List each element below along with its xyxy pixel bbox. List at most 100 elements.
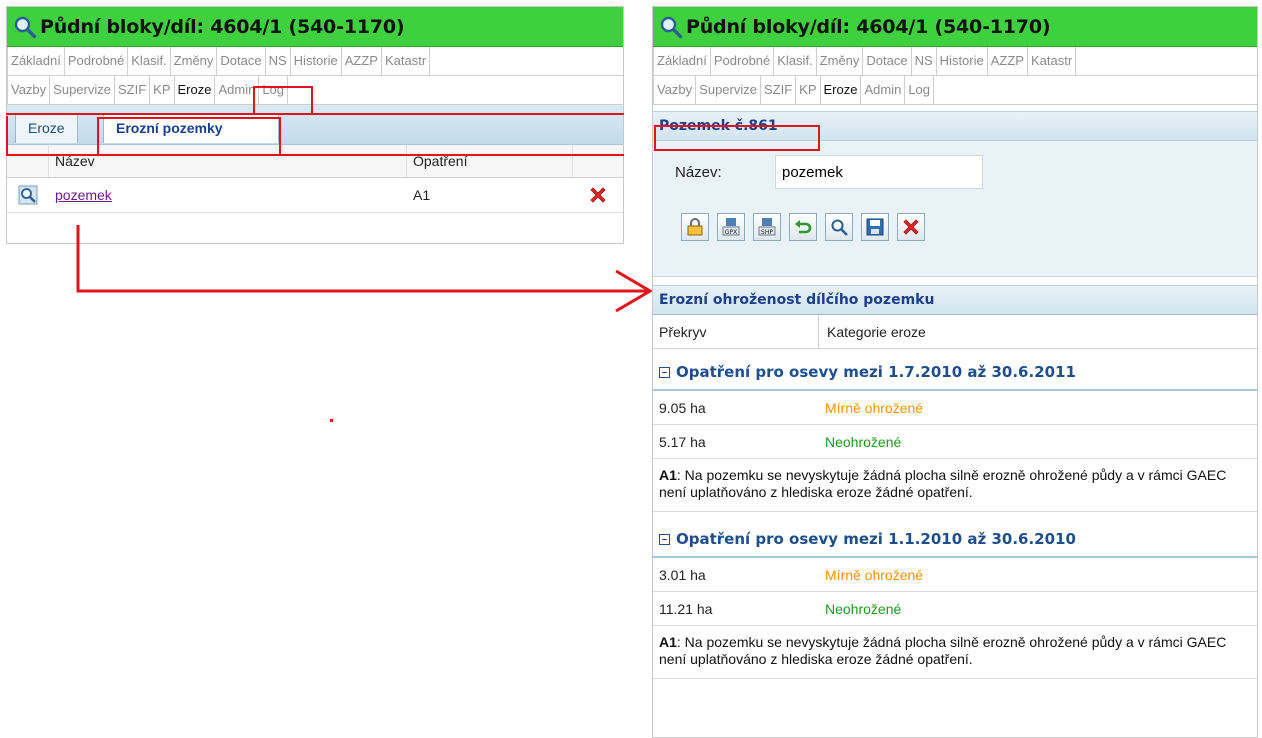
subtab-erozni-pozemky[interactable]: Erozní pozemky [103,113,279,143]
left-grid-header: Název Opatření [7,145,623,178]
category-value: Neohrožené [825,433,902,450]
left-subtab-bar: Eroze Erozní pozemky [7,105,623,145]
right-panel: Půdní bloky/díl: 4604/1 (540-1170) Zákla… [652,6,1258,738]
measure-code: A1 [659,634,677,650]
category-value: Mírně ohrožené [825,399,924,416]
tab-ns[interactable]: NS [265,47,291,75]
tab-supervize[interactable]: Supervize [696,76,761,104]
svg-text:SHP: SHP [761,229,773,236]
tab-vazby[interactable]: Vazby [8,76,51,104]
tab-ns[interactable]: NS [911,47,937,75]
tab-dotace[interactable]: Dotace [217,47,266,75]
save-icon [866,218,884,236]
group-header[interactable]: Opatření pro osevy mezi 1.1.2010 až 30.6… [653,522,1257,558]
grid-header-action-col [573,145,623,177]
measure-text: : Na pozemku se nevyskytuje žádná plocha… [659,467,1227,500]
undo-button[interactable] [789,213,817,241]
row-name-link[interactable]: pozemek [55,187,112,203]
tab-log[interactable]: Log [905,76,935,104]
list-item: 3.01 ha Mírně ohrožené [653,558,1257,592]
right-tabrow-1: Základní Podrobné Klasif. Změny Dotace NS Hist… [654,47,1257,76]
tab-szif[interactable]: SZIF [760,76,797,104]
table-row: pozemek A1 [7,178,623,213]
tab-z-kladn-[interactable]: Základní [654,47,711,75]
svg-text:GPX: GPX [725,229,737,236]
tab-eroze[interactable]: Eroze [820,76,862,104]
tab-dotace[interactable]: Dotace [863,47,912,75]
right-tabs: Základní Podrobné Klasif. Změny Dotace NS Hist… [653,47,1257,105]
measure-note: A1: Na pozemku se nevyskytuje žádná ploc… [653,626,1257,679]
tab-admin[interactable]: Admin [861,76,906,104]
row-name-cell[interactable]: pozemek [49,178,407,212]
erosion-groups: Opatření pro osevy mezi 1.7.2010 až 30.6… [653,355,1257,679]
tab-klasif-[interactable]: Klasif. [774,47,817,75]
list-item: 5.17 ha Neohrožené [653,425,1257,459]
zoom-icon [831,219,848,236]
zoom-icon[interactable] [18,185,38,205]
tab-podrobn-[interactable]: Podrobné [710,47,775,75]
stray-dot [330,419,333,422]
tab-log[interactable]: Log [259,76,289,104]
save-button[interactable] [861,213,889,241]
grid-header-name[interactable]: Název [49,145,407,177]
lock-icon [687,218,703,236]
gpx-export-button[interactable]: GPX [717,213,745,241]
tab-kp[interactable]: KP [796,76,821,104]
list-item: 11.21 ha Neohrožené [653,592,1257,626]
tab-admin[interactable]: Admin [215,76,260,104]
tab-szif[interactable]: SZIF [114,76,151,104]
row-delete-button[interactable] [573,178,623,212]
tab-kp[interactable]: KP [150,76,175,104]
tab-eroze[interactable]: Eroze [174,76,216,104]
tab-podrobn-[interactable]: Podrobné [64,47,129,75]
tab-azzp[interactable]: AZZP [987,47,1028,75]
tab-klasif-[interactable]: Klasif. [128,47,171,75]
group-header[interactable]: Opatření pro osevy mezi 1.7.2010 až 30.6… [653,355,1257,391]
delete-button[interactable] [897,213,925,241]
tab-supervize[interactable]: Supervize [50,76,115,104]
toolbar: GPX SHP [681,213,933,241]
category-value: Neohrožené [825,600,902,617]
left-titlebar: Půdní bloky/díl: 4604/1 (540-1170) [7,7,623,47]
tab-zm-ny[interactable]: Změny [816,47,864,75]
left-tabrow-1: Základní Podrobné Klasif. Změny Dotace NS Hist… [8,47,623,76]
group-title: Opatření pro osevy mezi 1.1.2010 až 30.6… [676,530,1076,548]
plot-header-text: Pozemek č.861 [659,118,778,134]
delete-icon [903,219,919,235]
overlap-value: 9.05 ha [659,399,706,416]
collapse-icon[interactable] [659,366,670,378]
left-panel: Půdní bloky/díl: 4604/1 (540-1170) Zákla… [6,6,624,244]
collapse-icon[interactable] [659,533,670,545]
list-item: 9.05 ha Mírně ohrožené [653,391,1257,425]
category-value: Mírně ohrožené [825,566,924,583]
column-overlap[interactable]: Překryv [653,315,819,348]
measure-text: : Na pozemku se nevyskytuje žádná plocha… [659,634,1227,667]
name-field-row: Název: [675,155,983,189]
row-detail-icon[interactable] [7,178,49,212]
tab-historie[interactable]: Historie [936,47,988,75]
grid-header-icon-col [7,145,49,177]
lock-button[interactable] [681,213,709,241]
tab-z-kladn-[interactable]: Základní [8,47,65,75]
column-category[interactable]: Kategorie eroze [819,324,926,340]
tab-katastr[interactable]: Katastr [381,47,431,75]
tab-katastr[interactable]: Katastr [1027,47,1077,75]
name-input[interactable] [775,155,983,189]
measure-code: A1 [659,467,677,483]
shp-export-button[interactable]: SHP [753,213,781,241]
name-label: Název: [675,163,722,181]
magnifier-icon [659,15,683,39]
grid-header-measure[interactable]: Opatření [407,145,573,177]
tab-historie[interactable]: Historie [290,47,342,75]
magnifier-icon [13,15,37,39]
zoom-button[interactable] [825,213,853,241]
tab-vazby[interactable]: Vazby [654,76,697,104]
tab-azzp[interactable]: AZZP [341,47,382,75]
left-tabrow-2: Vazby Supervize SZIF KP Eroze Admin Log [8,76,623,105]
erosion-header: Erozní ohroženost dílčího pozemku [653,285,1257,315]
tab-zm-ny[interactable]: Změny [170,47,218,75]
gpx-export-icon: GPX [722,218,740,236]
overlap-value: 3.01 ha [659,566,706,583]
delete-icon[interactable] [588,185,608,205]
subtab-eroze[interactable]: Eroze [15,113,78,143]
